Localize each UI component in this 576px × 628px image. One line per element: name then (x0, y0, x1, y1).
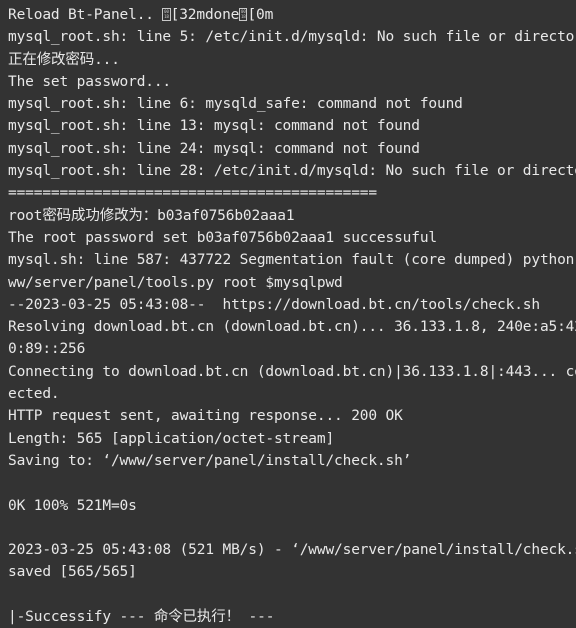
text-run: [0m (247, 7, 274, 23)
line-blank-2 (8, 517, 576, 539)
text-run: [32mdone (170, 7, 240, 23)
esc-control-char: 00 1B (162, 8, 171, 21)
line-mysql-root-line28: mysql_root.sh: line 28: /etc/init.d/mysq… (8, 163, 576, 180)
line-the-set-password: The set password... (8, 73, 172, 90)
line-blank-1 (8, 472, 576, 494)
line-reload-bt-panel: Reload Bt-Panel.. 00 1B [32mdone 00 1B [0m (8, 4, 576, 26)
line-mysql-root-line24: mysql_root.sh: line 24: mysql: command n… (8, 140, 420, 157)
line-mysql-root-line13: mysql_root.sh: line 13: mysql: command n… (8, 118, 420, 135)
line-wget-length: Length: 565 [application/octet-stream] (8, 430, 335, 447)
line-root-password-changed-cn: root密码成功修改为：b03af0756b02aaa1 (8, 207, 295, 224)
line-wget-connecting: Connecting to download.bt.cn (download.b… (8, 363, 576, 380)
line-blank-3 (8, 584, 576, 606)
line-wget-http-request: HTTP request sent, awaiting response... … (8, 408, 403, 425)
line-root-password-set: The root password set b03af0756b02aaa1 s… (8, 229, 437, 246)
line-wget-connecting-wrap: ected. (8, 386, 60, 403)
line-separator: ========================================… (8, 185, 377, 202)
line-changing-password-cn: 正在修改密码... (8, 51, 120, 68)
line-wget-saved-wrap: saved [565/565] (8, 564, 137, 581)
line-mysql-root-line6: mysql_root.sh: line 6: mysqld_safe: comm… (8, 96, 463, 113)
line-wget-saving-to: Saving to: ‘/www/server/panel/install/ch… (8, 452, 412, 469)
line-wget-saved: 2023-03-25 05:43:08 (521 MB/s) - ‘/www/s… (8, 542, 576, 559)
line-wget-start: --2023-03-25 05:43:08-- https://download… (8, 296, 540, 313)
line-segfault: mysql.sh: line 587: 437722 Segmentation … (8, 252, 576, 269)
line-segfault-wrap: ww/server/panel/tools.py root $mysqlpwd (8, 274, 343, 291)
esc-control-char: 00 1B (239, 8, 248, 21)
line-wget-progress: 0K 100% 521M=0s (8, 497, 137, 514)
text-run: Reload Bt-Panel.. (8, 7, 163, 23)
line-mysql-root-line5: mysql_root.sh: line 5: /etc/init.d/mysql… (8, 29, 576, 46)
line-wget-resolving: Resolving download.bt.cn (download.bt.cn… (8, 319, 576, 336)
line-successify-cn: |-Successify --- 命令已执行！ --- (8, 609, 275, 626)
line-wget-resolving-wrap: 0:89::256 (8, 341, 86, 358)
terminal-output-pane[interactable]: Reload Bt-Panel.. 00 1B [32mdone 00 1B [0m mys… (0, 0, 576, 625)
